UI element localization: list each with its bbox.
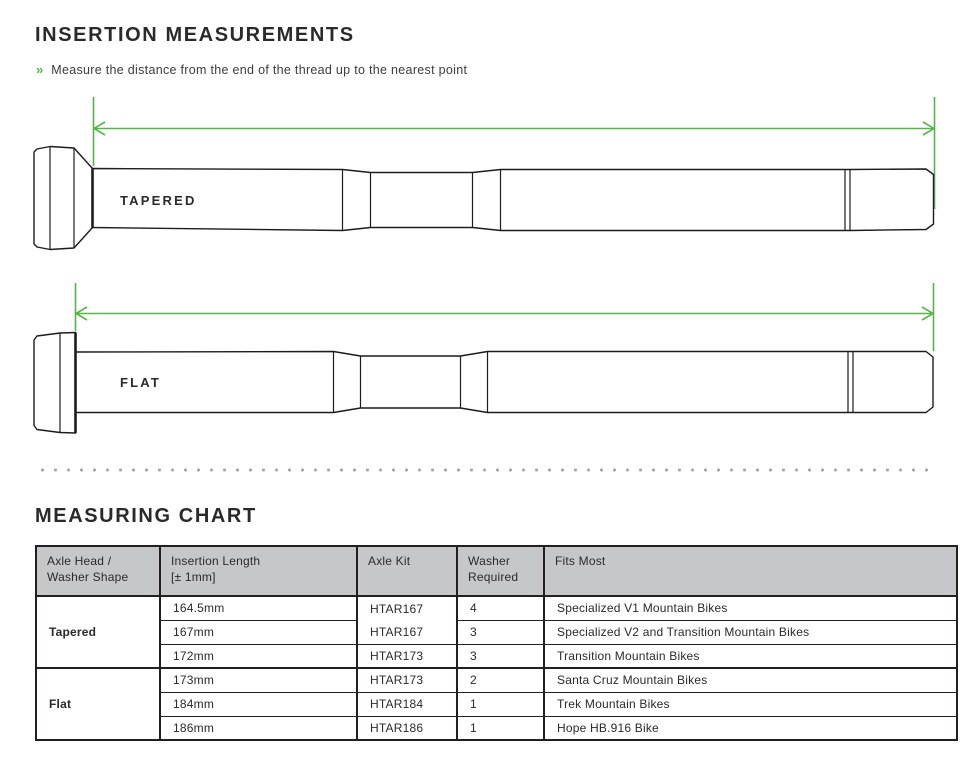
col-header-text: Required xyxy=(468,569,535,585)
table-row: 184mm HTAR184 1 Trek Mountain Bikes xyxy=(36,692,957,716)
measuring-chart-table: Axle Head / Washer Shape Insertion Lengt… xyxy=(35,545,958,741)
cell-length: 164.5mm xyxy=(160,596,357,620)
cell-kit: HTAR186 xyxy=(357,716,457,740)
col-header-insertion-length: Insertion Length [± 1mm] xyxy=(160,546,357,596)
cell-washers: 1 xyxy=(457,716,544,740)
cell-length: 167mm xyxy=(160,620,357,644)
col-header-text: Washer Shape xyxy=(47,569,151,585)
col-header-text: Fits Most xyxy=(555,553,948,569)
cell-fits: Trek Mountain Bikes xyxy=(544,692,957,716)
cell-length: 186mm xyxy=(160,716,357,740)
cell-washers: 3 xyxy=(457,644,544,668)
cell-kit: HTAR184 xyxy=(357,692,457,716)
col-header-text: Washer xyxy=(468,553,535,569)
cell-kit: HTAR167 xyxy=(357,596,457,620)
cell-length: 184mm xyxy=(160,692,357,716)
col-header-washer-required: Washer Required xyxy=(457,546,544,596)
cell-shape-flat: Flat xyxy=(36,668,160,740)
col-header-axle-head: Axle Head / Washer Shape xyxy=(36,546,160,596)
cell-kit: HTAR173 xyxy=(357,644,457,668)
cell-fits: Hope HB.916 Bike xyxy=(544,716,957,740)
tapered-axle-drawing: TAPERED xyxy=(34,147,934,250)
cell-fits: Specialized V2 and Transition Mountain B… xyxy=(544,620,957,644)
cell-fits: Specialized V1 Mountain Bikes xyxy=(544,596,957,620)
dotted-divider xyxy=(36,468,938,472)
table-row: 167mm HTAR167 3 Specialized V2 and Trans… xyxy=(36,620,957,644)
table-row: 172mm HTAR173 3 Transition Mountain Bike… xyxy=(36,644,957,668)
cell-kit: HTAR173 xyxy=(357,668,457,692)
flat-axle-drawing: FLAT xyxy=(34,333,933,434)
cell-fits: Transition Mountain Bikes xyxy=(544,644,957,668)
col-header-axle-kit: Axle Kit xyxy=(357,546,457,596)
section-title-measuring-chart: MEASURING CHART xyxy=(35,505,257,528)
cell-washers: 2 xyxy=(457,668,544,692)
col-header-text: Axle Kit xyxy=(368,553,448,569)
flat-label: FLAT xyxy=(120,375,161,390)
cell-washers: 1 xyxy=(457,692,544,716)
axle-diagrams: TAPERED FLAT xyxy=(0,0,970,470)
table-row: Flat 173mm HTAR173 2 Santa Cruz Mountain… xyxy=(36,668,957,692)
col-header-text: [± 1mm] xyxy=(171,569,348,585)
flat-dimension-arrow xyxy=(76,283,934,351)
cell-length: 172mm xyxy=(160,644,357,668)
tapered-label: TAPERED xyxy=(120,193,197,208)
cell-washers: 4 xyxy=(457,596,544,620)
cell-kit: HTAR167 xyxy=(357,620,457,644)
col-header-text: Insertion Length xyxy=(171,553,348,569)
cell-shape-tapered: Tapered xyxy=(36,596,160,668)
cell-fits: Santa Cruz Mountain Bikes xyxy=(544,668,957,692)
table-header-row: Axle Head / Washer Shape Insertion Lengt… xyxy=(36,546,957,596)
cell-length: 173mm xyxy=(160,668,357,692)
col-header-fits-most: Fits Most xyxy=(544,546,957,596)
col-header-text: Axle Head / xyxy=(47,553,151,569)
cell-washers: 3 xyxy=(457,620,544,644)
table-row: 186mm HTAR186 1 Hope HB.916 Bike xyxy=(36,716,957,740)
table-row: Tapered 164.5mm HTAR167 4 Specialized V1… xyxy=(36,596,957,620)
